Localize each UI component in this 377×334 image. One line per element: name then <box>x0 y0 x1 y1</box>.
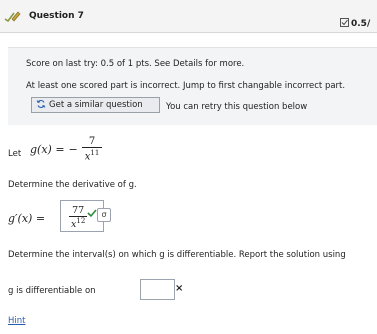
refresh-icon <box>36 100 46 108</box>
score-value: 0.5/ <box>351 19 371 29</box>
let-label: Let <box>8 149 22 159</box>
question-header: Question 7 <box>0 0 377 33</box>
answer-numerator: 77 <box>72 205 85 216</box>
check-box-icon <box>340 18 349 27</box>
question-score[interactable]: 0.5/ <box>340 18 370 29</box>
differentiable-instruction: Determine the interval(s) on which g is … <box>8 250 346 260</box>
score-details-text: Score on last try: 0.5 of 1 pts. See Det… <box>26 59 245 69</box>
function-fraction: 7 x11 <box>81 136 103 162</box>
minus-sign: − <box>68 142 78 156</box>
differentiable-interval-input[interactable] <box>140 279 175 300</box>
answer-denominator: x12 <box>69 216 88 230</box>
derivative-lhs: g′(x) = <box>8 212 46 225</box>
hint-link[interactable]: Hint <box>8 316 25 326</box>
function-definition: g(x) = − 7 x11 <box>30 136 103 162</box>
incorrect-x-icon: × <box>175 283 184 294</box>
function-denominator-exponent: 11 <box>90 149 100 157</box>
question-title: Question 7 <box>29 11 84 21</box>
differentiable-label: g is differentiable on <box>8 286 96 296</box>
check-icon <box>87 209 97 218</box>
answer-denominator-exponent: 12 <box>76 217 86 225</box>
sigma-icon[interactable]: σ <box>97 208 111 222</box>
similar-question-button[interactable]: Get a similar question <box>31 97 160 113</box>
function-denominator: x11 <box>81 147 103 162</box>
retry-text: You can retry this question below <box>166 102 308 112</box>
function-numerator: 7 <box>88 136 96 147</box>
incorrect-notice-text: At least one scored part is incorrect. J… <box>26 81 346 91</box>
function-lhs: g(x) = <box>30 142 65 156</box>
derivative-instruction: Determine the derivative of g. <box>8 180 137 190</box>
answer-fraction: 77 x12 <box>69 205 88 230</box>
similar-question-label: Get a similar question <box>49 100 143 110</box>
pencil-check-icon <box>4 11 21 22</box>
